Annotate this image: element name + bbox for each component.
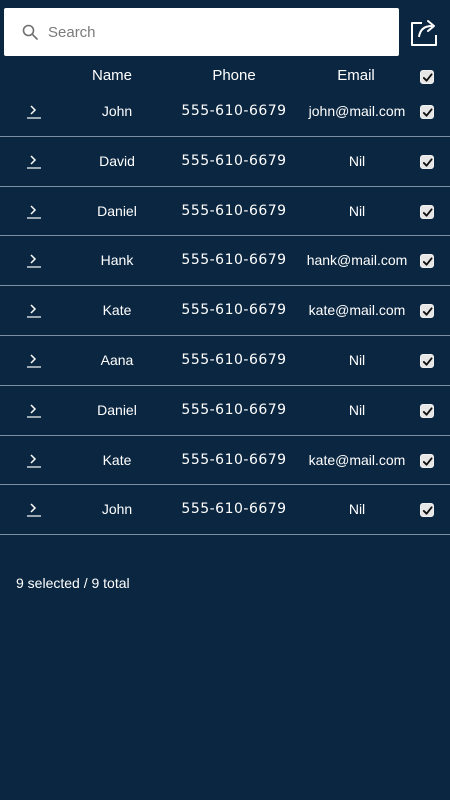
table-row[interactable]: David 555-610-6679 Nil [0, 137, 450, 187]
contact-phone: 555-610-6679 [181, 401, 287, 418]
contact-name: David [99, 152, 135, 169]
contact-email: john@mail.com [308, 103, 406, 119]
contact-phone: 555-610-6679 [181, 252, 287, 269]
check-icon [422, 257, 433, 267]
contact-email: Nil [348, 501, 366, 518]
check-icon [422, 158, 433, 167]
contact-phone: 555-610-6679 [181, 451, 287, 468]
contact-email: kate@mail.com [308, 302, 406, 319]
chevron-right-icon[interactable] [26, 351, 42, 369]
chevron-right-icon[interactable] [26, 301, 42, 319]
contact-email: hank@mail.com [306, 252, 408, 269]
row-checkbox[interactable] [420, 204, 434, 219]
row-checkbox[interactable] [420, 453, 434, 468]
chevron-right-icon[interactable] [26, 500, 42, 518]
chevron-right-icon[interactable] [26, 251, 42, 269]
row-checkbox[interactable] [420, 353, 434, 368]
contact-name: John [101, 501, 133, 518]
contact-phone: 555-610-6679 [181, 103, 287, 119]
contact-list: John 555-610-6679 john@mail.com David 55… [0, 87, 450, 536]
check-icon [422, 73, 433, 82]
contact-phone: 555-610-6679 [181, 152, 287, 169]
contact-phone: 555-610-6679 [181, 351, 287, 368]
contact-name: John [101, 103, 133, 119]
row-checkbox[interactable] [420, 304, 434, 319]
chevron-right-icon[interactable] [26, 401, 42, 419]
contact-name: Kate [102, 451, 132, 468]
contact-email: kate@mail.com [308, 451, 406, 468]
chevron-right-icon[interactable] [26, 202, 42, 220]
contact-name: Daniel [97, 401, 137, 418]
contact-name: Daniel [97, 202, 137, 219]
contact-phone: 555-610-6679 [181, 202, 287, 219]
chevron-right-icon[interactable] [26, 451, 42, 469]
table-row[interactable]: Aana 555-610-6679 Nil [0, 336, 450, 386]
row-checkbox[interactable] [420, 403, 434, 418]
check-icon [422, 456, 433, 466]
check-icon [422, 207, 433, 217]
search-input[interactable] [48, 18, 378, 46]
table-row[interactable]: John 555-610-6679 john@mail.com [0, 87, 450, 137]
check-icon [422, 357, 433, 366]
contact-email: Nil [348, 152, 366, 169]
contact-name: Aana [100, 351, 134, 368]
selection-summary: 9 selected / 9 total [16, 575, 130, 591]
table-row[interactable]: Daniel 555-610-6679 Nil [0, 187, 450, 237]
contact-phone: 555-610-6679 [181, 501, 287, 518]
contact-name: Kate [102, 302, 132, 319]
check-icon [422, 506, 433, 515]
table-row[interactable]: Kate 555-610-6679 kate@mail.com [0, 436, 450, 486]
share-icon[interactable] [408, 16, 440, 48]
check-icon [422, 307, 433, 316]
row-checkbox[interactable] [420, 503, 434, 518]
check-icon [422, 407, 433, 416]
search-box[interactable] [4, 8, 399, 56]
select-all-checkbox[interactable] [420, 70, 434, 84]
table-row[interactable]: John 555-610-6679 Nil [0, 485, 450, 536]
row-checkbox[interactable] [420, 105, 434, 119]
table-row[interactable]: Kate 555-610-6679 kate@mail.com [0, 286, 450, 336]
contact-phone: 555-610-6679 [181, 302, 287, 319]
table-row[interactable]: Daniel 555-610-6679 Nil [0, 386, 450, 436]
table-row[interactable]: Hank 555-610-6679 hank@mail.com [0, 236, 450, 287]
contact-email: Nil [348, 202, 366, 219]
contact-email: Nil [348, 401, 366, 418]
contact-email: Nil [348, 351, 366, 368]
chevron-right-icon[interactable] [26, 152, 42, 170]
chevron-right-icon[interactable] [26, 102, 42, 120]
row-checkbox[interactable] [420, 154, 434, 169]
contact-name: Hank [100, 252, 134, 269]
column-header-phone[interactable]: Phone [184, 67, 284, 84]
check-icon [422, 108, 433, 117]
search-icon [22, 24, 38, 40]
column-header-email[interactable]: Email [306, 67, 406, 84]
row-checkbox[interactable] [420, 254, 434, 269]
column-header-name[interactable]: Name [62, 67, 162, 84]
